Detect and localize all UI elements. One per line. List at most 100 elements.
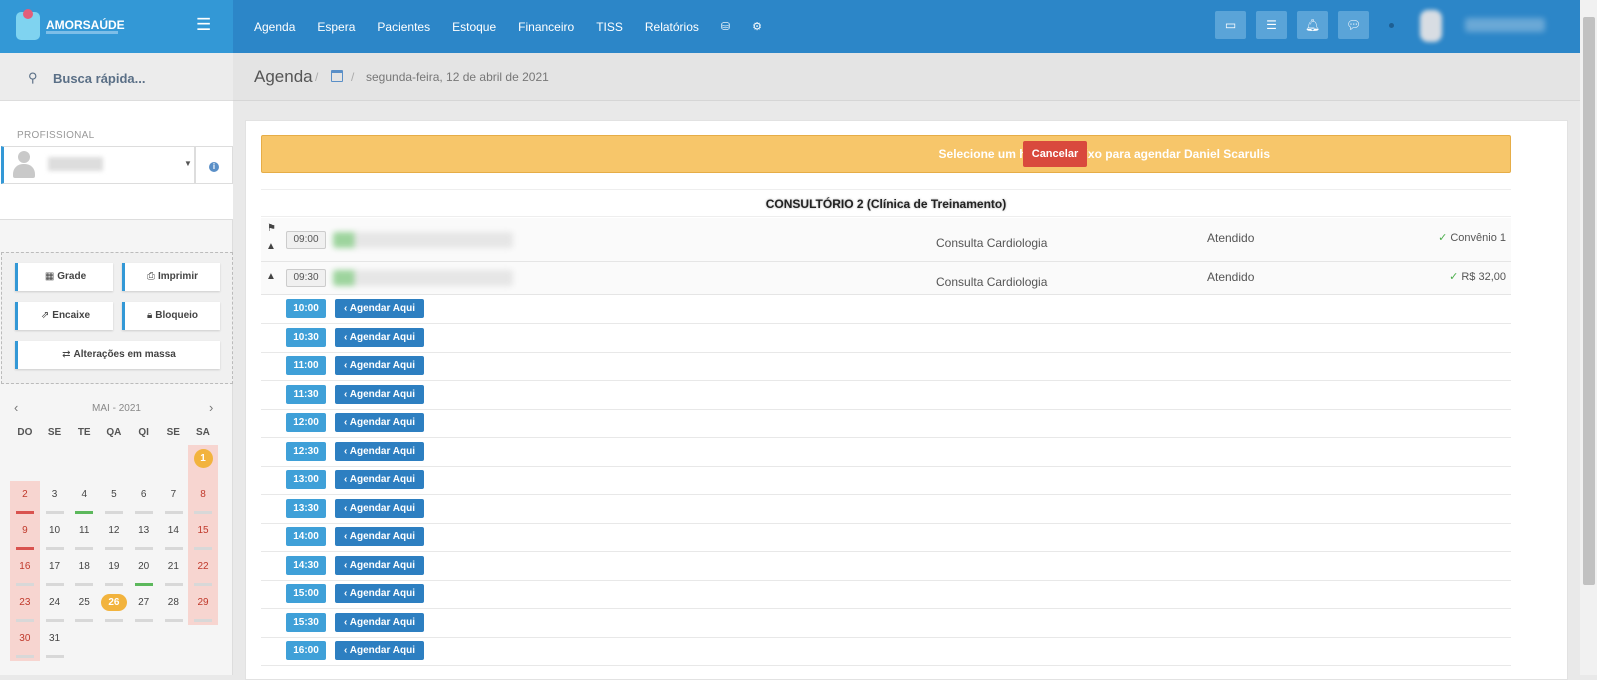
book-here-button[interactable]: ‹ Agendar Aqui [335, 470, 424, 489]
chat-icon[interactable]: 💬︎ [1338, 11, 1369, 39]
list-icon[interactable]: ☰ [1256, 11, 1287, 39]
calendar-day-number: 20 [138, 561, 150, 572]
bulk-changes-label: Alterações em massa [73, 349, 176, 360]
slot-time[interactable]: 16:00 [286, 641, 326, 660]
calendar-day[interactable]: 17 [40, 553, 70, 589]
book-here-button[interactable]: ‹ Agendar Aqui [335, 498, 424, 518]
scrollbar-thumb[interactable] [1583, 17, 1595, 585]
slot-time[interactable]: 10:30 [286, 327, 326, 347]
bell-icon[interactable]: 🔔︎ [1297, 11, 1328, 39]
book-here-button[interactable]: ‹ Agendar Aqui [335, 555, 424, 575]
calendar-day[interactable]: 14 [159, 517, 189, 553]
availability-bar [194, 583, 213, 586]
slot-time[interactable]: 14:00 [286, 527, 326, 546]
warning-icon: ▲ [266, 241, 276, 252]
calendar-day[interactable]: 30 [10, 625, 40, 661]
calendar-day[interactable]: 25 [69, 589, 99, 625]
calendar-day[interactable]: 3 [40, 481, 70, 517]
book-here-button[interactable]: ‹ Agendar Aqui [335, 327, 424, 347]
calendar-day[interactable]: 23 [10, 589, 40, 625]
professional-select[interactable]: ▼ [1, 146, 195, 184]
calendar-day[interactable]: 7 [159, 481, 189, 517]
lock-icon: 🔒︎ [146, 310, 153, 321]
grade-button[interactable]: ▦ Grade [15, 263, 113, 291]
flag-icon[interactable]: ⚑ [267, 223, 276, 234]
brand-area[interactable]: AMORSAÚDE ☰ [0, 0, 233, 53]
patient-name-redacted[interactable] [333, 270, 513, 286]
book-here-button[interactable]: ‹ Agendar Aqui [335, 413, 424, 432]
encaixe-button[interactable]: ⇗ Encaixe [15, 302, 113, 330]
calendar-day[interactable]: 13 [129, 517, 159, 553]
patient-name-redacted[interactable] [333, 232, 513, 248]
slot-time[interactable]: 13:30 [286, 498, 326, 518]
calendar-day[interactable]: 26 [99, 589, 129, 625]
slot-time[interactable]: 11:30 [286, 384, 326, 404]
availability-bar [75, 619, 94, 622]
slot-time[interactable]: 13:00 [286, 470, 326, 489]
calendar-day[interactable]: 1 [188, 445, 218, 481]
nav-espera[interactable]: Espera [317, 20, 355, 34]
calendar-day[interactable]: 18 [69, 553, 99, 589]
calendar-day[interactable]: 11 [69, 517, 99, 553]
slot-time[interactable]: 12:00 [286, 413, 326, 432]
calendar-day[interactable]: 31 [40, 625, 70, 661]
book-here-button[interactable]: ‹ Agendar Aqui [335, 299, 424, 318]
book-here-button[interactable]: ‹ Agendar Aqui [335, 441, 424, 461]
calendar-day[interactable]: 10 [40, 517, 70, 553]
calendar-day[interactable]: 2 [10, 481, 40, 517]
calendar-day[interactable]: 28 [159, 589, 189, 625]
user-avatar[interactable] [1420, 10, 1442, 42]
slot-time[interactable]: 12:30 [286, 441, 326, 461]
book-here-button[interactable]: ‹ Agendar Aqui [335, 584, 424, 603]
appointment-row[interactable]: ⚑ ▲ 09:00 Consulta Cardiologia Atendido … [261, 218, 1511, 262]
book-here-button[interactable]: ‹ Agendar Aqui [335, 612, 424, 632]
hamburger-icon[interactable]: ☰ [196, 16, 211, 34]
inbox-icon[interactable]: ▭ [1215, 11, 1246, 39]
calendar-day[interactable]: 5 [99, 481, 129, 517]
chevron-right-icon[interactable]: › [209, 400, 213, 415]
calendar-day[interactable]: 16 [10, 553, 40, 589]
nav-pacientes[interactable]: Pacientes [377, 20, 430, 34]
slot-time[interactable]: 15:30 [286, 612, 326, 632]
slot-time[interactable]: 10:00 [286, 299, 326, 318]
calendar-day[interactable]: 20 [129, 553, 159, 589]
calendar-day[interactable]: 29 [188, 589, 218, 625]
calendar-day[interactable]: 4 [69, 481, 99, 517]
database-icon[interactable]: ⛁ [721, 20, 730, 33]
calendar-day[interactable]: 24 [40, 589, 70, 625]
nav-estoque[interactable]: Estoque [452, 20, 496, 34]
nav-relatorios[interactable]: Relatórios [645, 20, 699, 34]
nav-agenda[interactable]: Agenda [254, 20, 295, 34]
calendar-day[interactable]: 21 [159, 553, 189, 589]
calendar-day[interactable]: 22 [188, 553, 218, 589]
bulk-changes-button[interactable]: ⇄ Alterações em massa [15, 341, 220, 369]
user-name-redacted[interactable] [1465, 18, 1545, 32]
calendar-day-number: 28 [167, 597, 179, 608]
slot-time[interactable]: 14:30 [286, 555, 326, 575]
quick-search[interactable]: ⚲ Busca rápida... [0, 53, 233, 101]
book-here-button[interactable]: ‹ Agendar Aqui [335, 384, 424, 404]
professional-info-button[interactable]: i [195, 146, 233, 184]
calendar-day[interactable]: 9 [10, 517, 40, 553]
search-input[interactable]: Busca rápida... [53, 71, 145, 86]
gear-icon[interactable]: ⚙ [752, 20, 762, 33]
bloqueio-button[interactable]: 🔒︎ Bloqueio [122, 302, 220, 330]
calendar-day[interactable]: 27 [129, 589, 159, 625]
appointment-row[interactable]: ▲ 09:30 Consulta Cardiologia Atendido ✓ R… [261, 262, 1511, 295]
cancel-button[interactable]: Cancelar [1023, 141, 1087, 167]
calendar-day[interactable]: 15 [188, 517, 218, 553]
nav-tiss[interactable]: TISS [596, 20, 623, 34]
calendar-day[interactable]: 8 [188, 481, 218, 517]
calendar-day[interactable]: 12 [99, 517, 129, 553]
calendar-day[interactable]: 6 [129, 481, 159, 517]
slot-time[interactable]: 11:00 [286, 356, 326, 375]
calendar-day[interactable]: 19 [99, 553, 129, 589]
exchange-icon: ⇄ [62, 349, 71, 360]
print-button[interactable]: ⎙ Imprimir [122, 263, 220, 291]
slot-time[interactable]: 15:00 [286, 584, 326, 603]
calendar-icon[interactable] [331, 70, 343, 82]
nav-financeiro[interactable]: Financeiro [518, 20, 574, 34]
book-here-button[interactable]: ‹ Agendar Aqui [335, 356, 424, 375]
book-here-button[interactable]: ‹ Agendar Aqui [335, 527, 424, 546]
book-here-button[interactable]: ‹ Agendar Aqui [335, 641, 424, 660]
